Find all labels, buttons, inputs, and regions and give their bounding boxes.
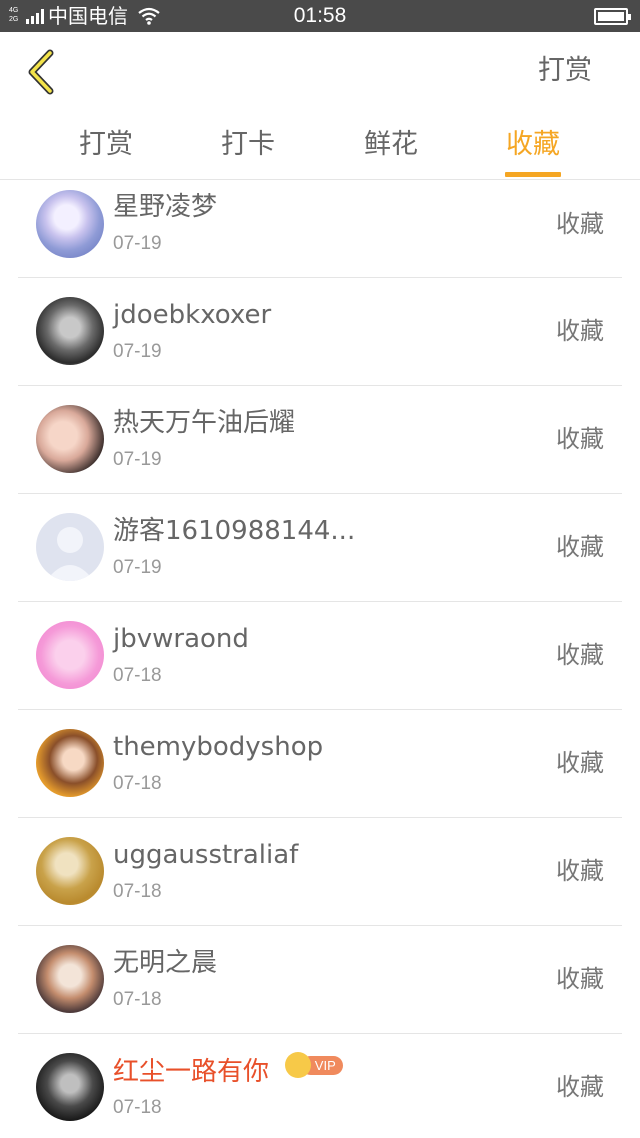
user-name: 红尘一路有你 VIP	[113, 1052, 344, 1089]
list-item[interactable]: 星野凌梦 07-19 收藏	[18, 180, 622, 278]
item-date: 07-19	[113, 449, 162, 470]
favorite-label: 收藏	[556, 749, 604, 777]
list-item[interactable]: jbvwraond 07-18 收藏	[18, 602, 622, 710]
favorite-label: 收藏	[556, 857, 604, 885]
active-tab-indicator	[505, 172, 561, 177]
user-name: 热天万午油后耀	[113, 408, 296, 438]
avatar	[36, 945, 104, 1013]
item-date: 07-19	[113, 233, 162, 254]
favorite-label: 收藏	[556, 533, 604, 561]
favorite-label: 收藏	[556, 317, 604, 345]
user-name: 无明之晨	[113, 948, 218, 978]
avatar	[36, 513, 104, 581]
item-date: 07-18	[113, 665, 162, 686]
chevron-left-icon[interactable]	[22, 49, 62, 95]
tab-checkin[interactable]: 打卡	[188, 128, 308, 162]
clock: 01:58	[293, 4, 347, 27]
reward-button[interactable]: 打赏	[538, 54, 592, 88]
avatar	[36, 621, 104, 689]
list-item[interactable]: themybodyshop 07-18 收藏	[18, 710, 622, 818]
user-name: 游客1610988144...	[113, 516, 356, 546]
list-item[interactable]: jdoebkxoxer 07-19 收藏	[18, 278, 622, 386]
item-date: 07-18	[113, 1097, 162, 1118]
favorite-label: 收藏	[556, 641, 604, 669]
user-name-text: 红尘一路有你	[113, 1057, 270, 1087]
favorite-label: 收藏	[556, 965, 604, 993]
user-name: 星野凌梦	[113, 192, 218, 222]
avatar	[36, 729, 104, 797]
list-item[interactable]: uggausstraliaf 07-18 收藏	[18, 818, 622, 926]
avatar	[36, 837, 104, 905]
item-date: 07-19	[113, 341, 162, 362]
avatar	[36, 405, 104, 473]
default-avatar-icon	[46, 527, 94, 581]
list-item[interactable]: 无明之晨 07-18 收藏	[18, 926, 622, 1034]
user-name: jbvwraond	[113, 624, 249, 654]
avatar	[36, 190, 104, 258]
tab-favorites[interactable]: 收藏	[473, 128, 593, 162]
user-name: themybodyshop	[113, 732, 324, 762]
status-bar: 4G 2G 中国电信 01:58	[0, 0, 640, 32]
list-item[interactable]: 游客1610988144... 07-19 收藏	[18, 494, 622, 602]
item-date: 07-18	[113, 773, 162, 794]
vip-badge: VIP	[285, 1052, 344, 1078]
avatar	[36, 1053, 104, 1121]
item-date: 07-19	[113, 557, 162, 578]
favorite-label: 收藏	[556, 1073, 604, 1101]
tab-reward[interactable]: 打赏	[46, 128, 166, 162]
favorite-label: 收藏	[556, 210, 604, 238]
item-date: 07-18	[113, 989, 162, 1010]
tab-flowers[interactable]: 鲜花	[331, 128, 451, 162]
battery-icon	[594, 8, 631, 25]
nav-bar: 打赏	[0, 32, 640, 110]
user-name: uggausstraliaf	[113, 840, 299, 870]
tab-bar: 打赏 打卡 鲜花 收藏	[0, 110, 640, 180]
item-date: 07-18	[113, 881, 162, 902]
favorite-label: 收藏	[556, 425, 604, 453]
avatar	[36, 297, 104, 365]
list-item[interactable]: 红尘一路有你 VIP 07-18 收藏	[18, 1034, 622, 1138]
list-item[interactable]: 热天万午油后耀 07-19 收藏	[18, 386, 622, 494]
user-name: jdoebkxoxer	[113, 300, 272, 330]
